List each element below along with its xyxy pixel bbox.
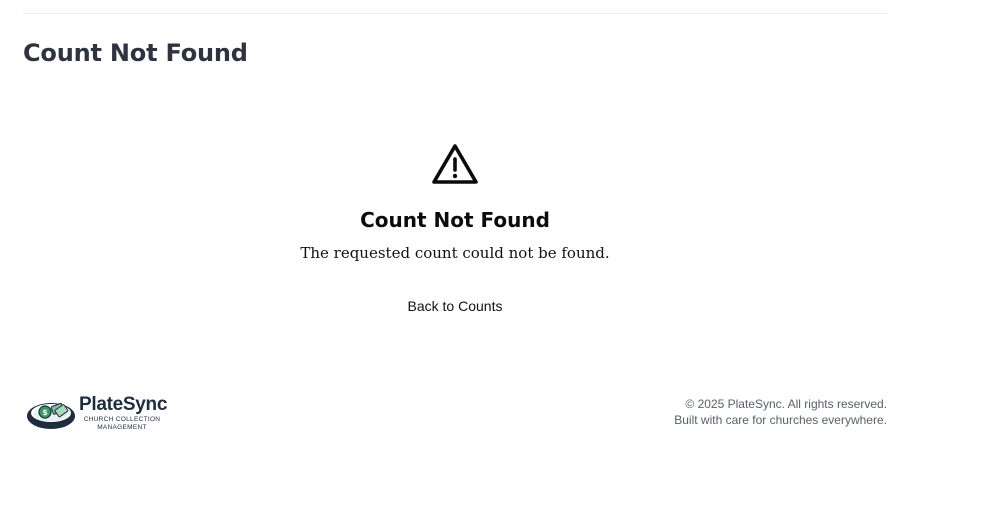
not-found-panel: Count Not Found The requested count coul… [23, 140, 887, 316]
copyright-text: © 2025 PlateSync. All rights reserved. [685, 397, 887, 411]
page: Count Not Found Count Not Found The requ… [0, 0, 998, 521]
logo-name: PlateSync [79, 393, 168, 415]
top-divider [23, 13, 887, 14]
not-found-message: The requested count could not be found. [300, 244, 610, 262]
logo-tagline: CHURCH COLLECTION MANAGEMENT [83, 415, 161, 431]
footer-tagline: Built with care for churches everywhere. [674, 413, 887, 427]
collection-plate-icon: $ [27, 402, 75, 429]
platesync-logo[interactable]: $ PlateSync CHURCH COLLECTION MANAGEMENT [25, 392, 171, 434]
svg-text:$: $ [42, 408, 48, 417]
warning-triangle-icon [432, 144, 478, 184]
footer-text: © 2025 PlateSync. All rights reserved. B… [674, 396, 887, 428]
back-to-counts-link[interactable]: Back to Counts [408, 298, 503, 314]
not-found-title: Count Not Found [360, 208, 550, 232]
page-title: Count Not Found [23, 39, 248, 67]
